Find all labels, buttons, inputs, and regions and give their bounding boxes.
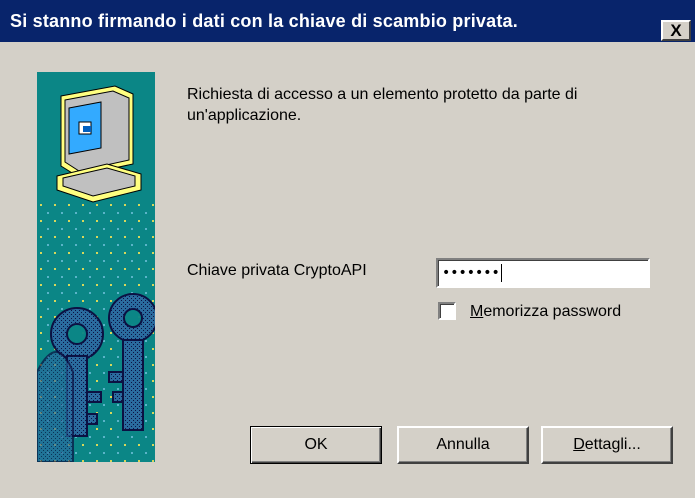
- computer-with-keys-icon: [37, 72, 155, 462]
- details-access-key: D: [573, 436, 585, 453]
- password-masked-value: •••••••: [442, 265, 500, 281]
- close-icon: X: [670, 21, 682, 40]
- cancel-button-label: Annulla: [436, 436, 490, 453]
- ok-button-label: OK: [304, 436, 328, 453]
- ok-button[interactable]: OK: [250, 426, 382, 464]
- window-title: Si stanno firmando i dati con la chiave …: [10, 11, 518, 31]
- prompt-message: Richiesta di accesso a un elemento prote…: [187, 86, 578, 124]
- title-bar: Si stanno firmando i dati con la chiave …: [0, 0, 695, 42]
- details-button-label: ettagli...: [584, 436, 641, 453]
- password-label: Chiave privata CryptoAPI: [187, 262, 367, 279]
- details-button[interactable]: Dettagli...: [541, 426, 673, 464]
- remember-label-text: emorizza password: [483, 303, 622, 320]
- text-caret: [500, 264, 502, 282]
- close-button[interactable]: X: [661, 20, 691, 41]
- remember-password-checkbox[interactable]: [438, 302, 456, 320]
- remember-password-label[interactable]: Memorizza password: [470, 303, 621, 321]
- remember-access-key: M: [470, 303, 484, 320]
- password-field[interactable]: •••••••: [436, 258, 650, 288]
- cancel-button[interactable]: Annulla: [397, 426, 529, 464]
